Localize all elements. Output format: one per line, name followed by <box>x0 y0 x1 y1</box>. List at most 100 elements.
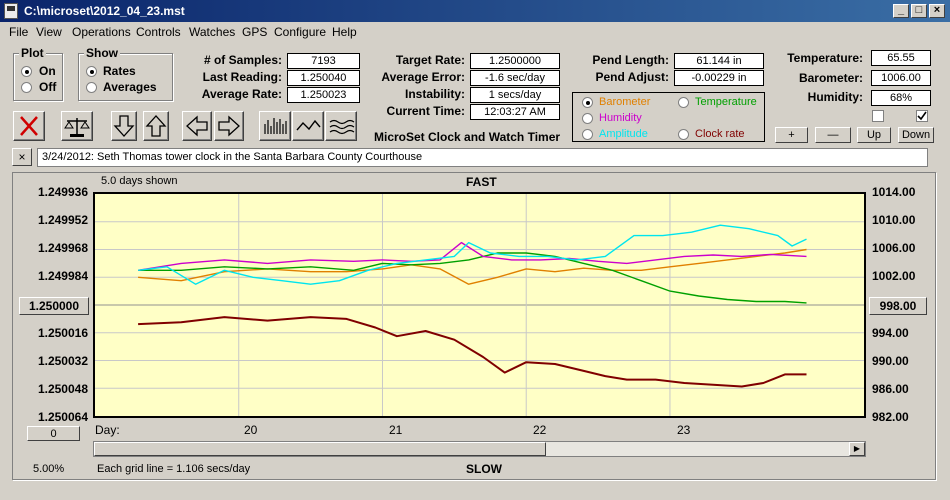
temperature-radio[interactable] <box>678 97 689 108</box>
average-error-value: -1.6 sec/day <box>470 70 560 86</box>
note-field[interactable]: 3/24/2012: Seth Thomas tower clock in th… <box>37 148 928 167</box>
current-time-value: 12:03:27 AM <box>470 104 560 120</box>
y-left-tick: 1.250032 <box>37 354 88 368</box>
last-reading-value: 1.250040 <box>287 70 360 86</box>
pend-length-label: Pend Length: <box>592 53 669 67</box>
y-right-tick: 986.00 <box>872 382 909 396</box>
x-tick: 22 <box>533 423 547 437</box>
horizontal-scrollbar[interactable]: ▶ <box>93 441 866 457</box>
menu-configure[interactable]: Configure <box>274 25 326 39</box>
pend-adjust-label: Pend Adjust: <box>595 70 669 84</box>
menu-operations[interactable]: Operations <box>72 25 131 39</box>
show-group-title: Show <box>84 46 120 60</box>
average-error-label: Average Error: <box>381 70 465 84</box>
line-graph-button[interactable] <box>292 111 324 141</box>
menu-bar: File View Operations Controls Watches GP… <box>0 23 950 41</box>
y-right-tick: 990.00 <box>872 354 909 368</box>
samples-value: 7193 <box>287 53 360 69</box>
plot-on-label: On <box>39 64 56 78</box>
y-right-tick: 1010.00 <box>872 213 916 227</box>
close-button[interactable]: × <box>929 4 945 18</box>
up-button[interactable]: Up <box>857 127 891 143</box>
up-arrow-button[interactable] <box>143 111 169 141</box>
bottom-left-button[interactable]: 0 <box>27 426 80 441</box>
x-tick: 21 <box>389 423 403 437</box>
chart-title-fast: FAST <box>466 175 497 189</box>
menu-view[interactable]: View <box>36 25 62 39</box>
left-offset-button[interactable]: 1.250000 <box>19 297 89 315</box>
y-left-tick: 1.250064 <box>37 410 88 424</box>
instability-value: 1 secs/day <box>470 87 560 103</box>
bar-chart-icon <box>264 118 287 134</box>
target-rate-value[interactable]: 1.2500000 <box>470 53 560 69</box>
app-icon <box>4 3 18 19</box>
unchecked-checkbox[interactable] <box>872 110 884 122</box>
show-rates-radio[interactable] <box>86 66 97 77</box>
scrollbar-thumb[interactable] <box>94 442 546 456</box>
right-arrow-button[interactable] <box>214 111 244 141</box>
show-rates-label: Rates <box>103 64 136 78</box>
barometer-value: 1006.00 <box>871 70 931 86</box>
title-bar: C:\microset\2012_04_23.mst _ □ × <box>0 0 950 22</box>
y-right-tick: 1014.00 <box>872 185 916 199</box>
plot-off-radio[interactable] <box>21 82 32 93</box>
samples-label: # of Samples: <box>203 53 282 67</box>
plot-on-radio[interactable] <box>21 66 32 77</box>
chart-svg <box>95 194 864 416</box>
last-reading-label: Last Reading: <box>202 70 282 84</box>
y-right-tick: 1002.00 <box>872 269 916 283</box>
bar-graph-button[interactable] <box>259 111 291 141</box>
stop-button[interactable] <box>13 111 45 141</box>
barometer-radio[interactable] <box>582 97 593 108</box>
y-left-tick: 1.249968 <box>37 241 88 255</box>
menu-help[interactable]: Help <box>332 25 357 39</box>
y-right-tick: 994.00 <box>872 326 909 340</box>
clock-rate-radio[interactable] <box>678 129 689 140</box>
x-tick: 23 <box>677 423 691 437</box>
grid-note: Each grid line = 1.106 secs/day <box>97 463 251 475</box>
menu-gps[interactable]: GPS <box>242 25 267 39</box>
x-tick: 20 <box>244 423 258 437</box>
amplitude-radio[interactable] <box>582 129 593 140</box>
amplitude-option: Amplitude <box>599 128 648 140</box>
zoom-level: 5.00% <box>33 463 65 475</box>
humidity-option: Humidity <box>599 112 642 124</box>
scroll-right-arrow[interactable]: ▶ <box>849 442 865 456</box>
multi-wave-icon <box>329 119 355 135</box>
maximize-button[interactable]: □ <box>911 4 927 18</box>
down-arrow-button[interactable] <box>111 111 137 141</box>
down-button[interactable]: Down <box>898 127 934 143</box>
menu-watches[interactable]: Watches <box>189 25 235 39</box>
barometer-option: Barometer <box>599 96 651 108</box>
left-arrow-button[interactable] <box>182 111 212 141</box>
clear-note-button[interactable]: × <box>12 148 32 166</box>
temperature-label: Temperature: <box>787 51 863 65</box>
target-rate-label: Target Rate: <box>395 53 465 67</box>
y-right-tick: 1006.00 <box>872 241 916 255</box>
y-right-tick: 982.00 <box>872 410 909 424</box>
temperature-option: Temperature <box>695 96 757 108</box>
multi-line-button[interactable] <box>325 111 357 141</box>
balance-button[interactable] <box>61 111 93 141</box>
plus-button[interactable]: + <box>775 127 808 143</box>
app-heading: MicroSet Clock and Watch Timer <box>374 130 561 144</box>
humidity-radio[interactable] <box>582 113 593 124</box>
plot-group-title: Plot <box>19 46 46 60</box>
instability-label: Instability: <box>404 87 465 101</box>
close-icon <box>20 116 38 136</box>
clock-rate-option: Clock rate <box>695 128 745 140</box>
menu-controls[interactable]: Controls <box>136 25 181 39</box>
checked-checkbox[interactable] <box>916 110 928 122</box>
humidity-value: 68% <box>871 90 931 106</box>
window-title: C:\microset\2012_04_23.mst <box>24 4 185 18</box>
y-left-tick: 1.250048 <box>37 382 88 396</box>
y-left-tick: 1.250016 <box>37 326 88 340</box>
average-rate-label: Average Rate: <box>201 87 282 101</box>
right-offset-button[interactable]: 998.00 <box>869 297 927 315</box>
minimize-button[interactable]: _ <box>893 4 909 18</box>
minus-button[interactable]: — <box>815 127 851 143</box>
pend-length-value: 61.144 in <box>674 53 764 69</box>
show-averages-radio[interactable] <box>86 82 97 93</box>
current-time-label: Current Time: <box>386 104 465 118</box>
menu-file[interactable]: File <box>9 25 28 39</box>
